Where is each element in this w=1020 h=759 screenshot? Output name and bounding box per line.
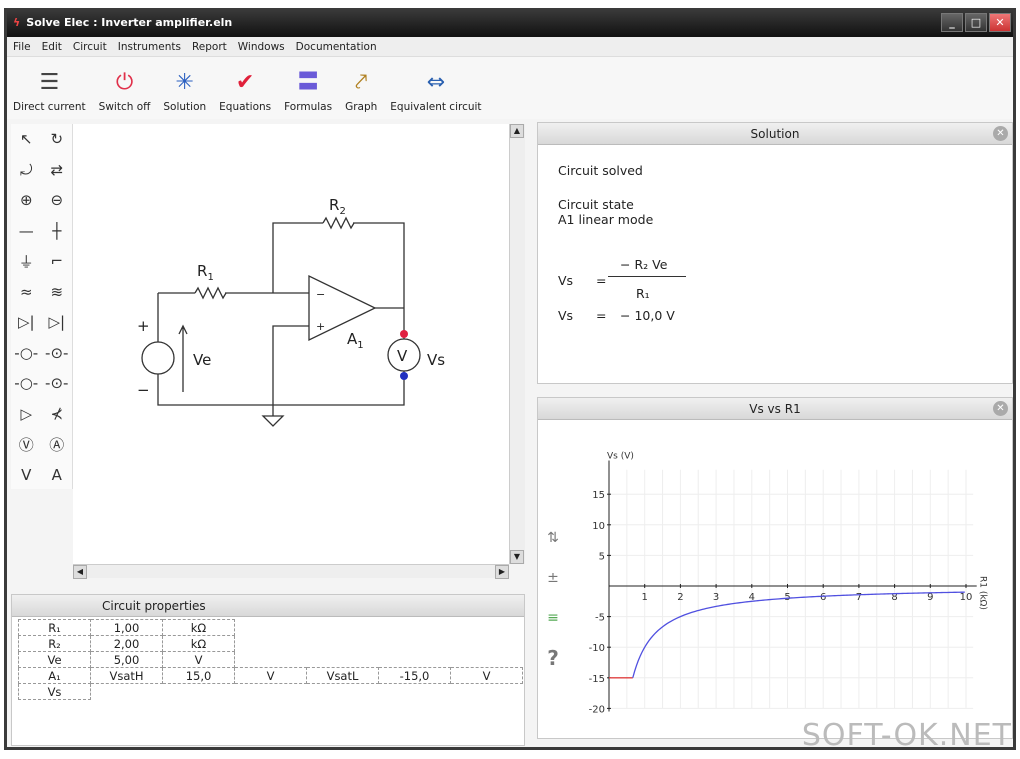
y-tick-label: -5 (595, 613, 605, 624)
x-axis-label: R1 (kΩ) (977, 576, 987, 610)
app-window: ϟ Solve Elec : Inverter amplifier.eln _ … (4, 8, 1016, 750)
x-tick-label: 2 (677, 592, 683, 603)
x-tick-label: 10 (960, 592, 973, 603)
x-tick-label: 3 (713, 592, 719, 603)
x-tick-label: 6 (820, 592, 826, 603)
x-tick-label: 9 (927, 592, 933, 603)
x-tick-label: 7 (856, 592, 862, 603)
y-tick-label: 15 (592, 490, 605, 501)
vs-vs-r1-chart: 1 2 3 4 5 6 7 8 9 1015105-5-10-15-20Vs (V)R1 (kΩ) (589, 452, 988, 716)
y-tick-label: -15 (589, 674, 605, 685)
y-tick-label: 5 (599, 551, 605, 562)
series-linear-line (632, 591, 965, 678)
y-axis-label: Vs (V) (607, 452, 634, 462)
watermark: SOFT-OK.NET (801, 718, 1012, 753)
y-tick-label: 10 (592, 521, 605, 532)
y-tick-label: -10 (589, 643, 605, 654)
x-tick-label: 1 (642, 592, 648, 603)
y-tick-label: -20 (589, 704, 605, 715)
